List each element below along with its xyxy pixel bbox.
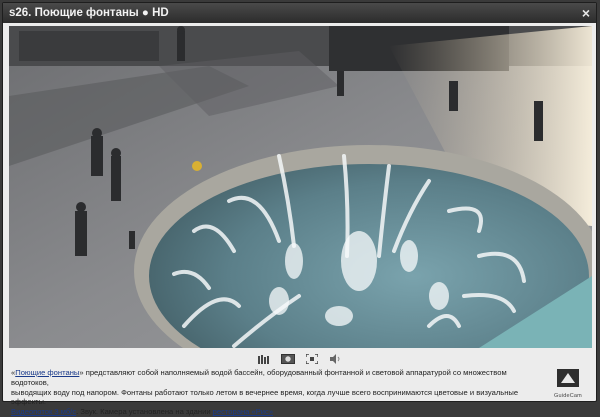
camera-description: «Поющие фонтаны» представляют собой напо… xyxy=(11,368,519,417)
fountain-scene-image xyxy=(9,26,592,348)
guidecam-logo-text: GuideCam xyxy=(554,393,582,399)
fountains-link[interactable]: Поющие фонтаны xyxy=(15,368,79,377)
fountain-viewer-window: s26. Поющие фонтаны ● HD × «Поющие фонта… xyxy=(2,2,597,416)
description-line-1: представляют собой наполняемый водой бас… xyxy=(11,368,507,387)
title-bar: s26. Поющие фонтаны ● HD × xyxy=(3,3,596,23)
volume-icon[interactable] xyxy=(329,354,343,365)
restaurant-link[interactable]: ресторана «Рис» xyxy=(213,407,273,416)
description-line-3: . Звук. Камера установлена на здании xyxy=(76,407,213,417)
camera-video-frame[interactable] xyxy=(9,26,592,348)
camera-icon[interactable] xyxy=(281,354,295,365)
guidecam-logo-icon xyxy=(557,369,579,387)
fullscreen-icon[interactable] xyxy=(305,354,319,365)
video-controls xyxy=(257,353,343,365)
close-button[interactable]: × xyxy=(582,3,590,23)
library-icon[interactable] xyxy=(257,354,271,365)
guidecam-logo[interactable]: GuideCam xyxy=(548,369,588,399)
window-title: s26. Поющие фонтаны ● HD xyxy=(9,7,169,19)
video-stream-link[interactable]: Видеопоток 3 мб/с xyxy=(11,407,76,416)
